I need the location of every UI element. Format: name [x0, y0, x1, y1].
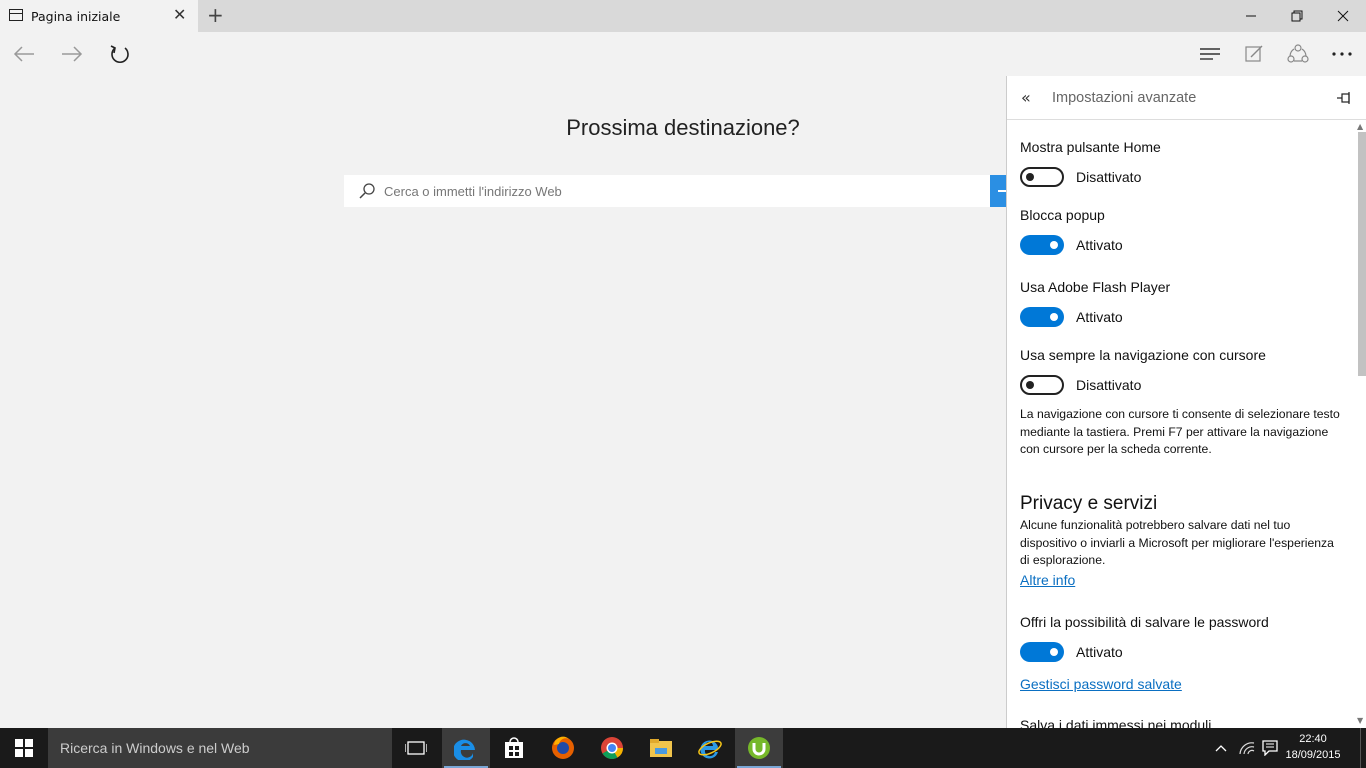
- setting-label-home-button: Mostra pulsante Home: [1020, 139, 1161, 155]
- caret-browsing-description: La navigazione con cursore ti consente d…: [1020, 407, 1340, 456]
- setting-label-block-popups: Blocca popup: [1020, 207, 1105, 223]
- search-box[interactable]: [344, 175, 990, 207]
- setting-label-caret-browsing: Usa sempre la navigazione con cursore: [1020, 347, 1266, 363]
- toggle-flash-player[interactable]: [1020, 307, 1064, 327]
- pin-icon[interactable]: [1337, 89, 1353, 108]
- setting-label-flash-player: Usa Adobe Flash Player: [1020, 279, 1171, 295]
- double-chevron-left-icon[interactable]: «: [1021, 88, 1031, 107]
- chrome-icon[interactable]: [588, 728, 636, 768]
- forward-icon[interactable]: [50, 32, 94, 76]
- privacy-description: Alcune funzionalità potrebbero salvare d…: [1020, 518, 1334, 567]
- edge-icon[interactable]: [442, 728, 490, 768]
- wifi-icon[interactable]: [1236, 728, 1258, 768]
- more-icon[interactable]: [1320, 32, 1364, 76]
- toggle-state-home-button: Disattivato: [1076, 169, 1142, 185]
- share-icon[interactable]: [1276, 32, 1320, 76]
- tab-title: Pagina iniziale: [31, 9, 121, 24]
- action-center-icon[interactable]: [1258, 728, 1282, 768]
- search-icon: [358, 183, 376, 203]
- more-info-link[interactable]: Altre info: [1020, 572, 1075, 588]
- scroll-down-icon[interactable]: ▼: [1357, 716, 1363, 725]
- store-icon[interactable]: [490, 728, 538, 768]
- page-icon: [9, 9, 23, 21]
- hub-icon[interactable]: [1188, 32, 1232, 76]
- file-explorer-icon[interactable]: [637, 728, 685, 768]
- chevron-up-icon[interactable]: [1210, 728, 1232, 768]
- web-note-icon[interactable]: [1232, 32, 1276, 76]
- panel-title: Impostazioni avanzate: [1052, 90, 1197, 106]
- clock-date: 18/09/2015: [1285, 749, 1341, 761]
- close-icon[interactable]: [1320, 0, 1366, 32]
- panel-scrollbar[interactable]: ▲ ▼: [1356, 120, 1366, 728]
- toggle-block-popups[interactable]: [1020, 235, 1064, 255]
- tab-pagina-iniziale[interactable]: Pagina iniziale ✕: [0, 0, 198, 32]
- refresh-icon[interactable]: [98, 32, 142, 76]
- taskbar-search-box[interactable]: Ricerca in Windows e nel Web: [48, 728, 392, 768]
- system-clock[interactable]: 22:40 18/09/2015: [1282, 731, 1344, 763]
- task-view-icon[interactable]: [392, 728, 440, 768]
- minimize-icon[interactable]: [1228, 0, 1274, 32]
- toggle-state-flash-player: Attivato: [1076, 309, 1123, 325]
- panel-header: « Impostazioni avanzate: [1007, 76, 1366, 120]
- show-desktop-button[interactable]: [1360, 728, 1366, 768]
- internet-explorer-icon[interactable]: [686, 728, 734, 768]
- back-icon[interactable]: [2, 32, 46, 76]
- scroll-thumb[interactable]: [1358, 132, 1366, 376]
- plus-icon[interactable]: +: [207, 3, 224, 27]
- setting-label-save-form-entries: Salva i dati immessi nei moduli: [1020, 717, 1212, 728]
- toggle-state-caret-browsing: Disattivato: [1076, 377, 1142, 393]
- taskbar-search-text: Ricerca in Windows e nel Web: [60, 740, 250, 756]
- title-bar: Pagina iniziale ✕ +: [0, 0, 1366, 32]
- toggle-save-passwords[interactable]: [1020, 642, 1064, 662]
- toggle-state-block-popups: Attivato: [1076, 237, 1123, 253]
- toggle-home-button[interactable]: [1020, 167, 1064, 187]
- utorrent-icon[interactable]: [735, 728, 783, 768]
- firefox-icon[interactable]: [539, 728, 587, 768]
- advanced-settings-panel: « Impostazioni avanzate Mostra pulsante …: [1006, 76, 1366, 728]
- restore-icon[interactable]: [1274, 0, 1320, 32]
- taskbar: Ricerca in Windows e nel Web 22:40 18/09…: [0, 728, 1366, 768]
- windows-start-icon[interactable]: [0, 728, 48, 768]
- clock-time: 22:40: [1299, 733, 1327, 745]
- scroll-up-icon[interactable]: ▲: [1357, 122, 1363, 131]
- setting-label-save-passwords: Offri la possibilità di salvare le passw…: [1020, 614, 1269, 630]
- manage-passwords-link[interactable]: Gestisci password salvate: [1020, 676, 1182, 692]
- tab-close-icon[interactable]: ✕: [173, 6, 186, 24]
- toggle-state-save-passwords: Attivato: [1076, 644, 1123, 660]
- search-go-button[interactable]: [990, 175, 1006, 207]
- privacy-section-title: Privacy e servizi: [1020, 493, 1158, 514]
- toggle-caret-browsing[interactable]: [1020, 375, 1064, 395]
- search-input[interactable]: [384, 181, 974, 201]
- navigation-bar: [0, 32, 1366, 76]
